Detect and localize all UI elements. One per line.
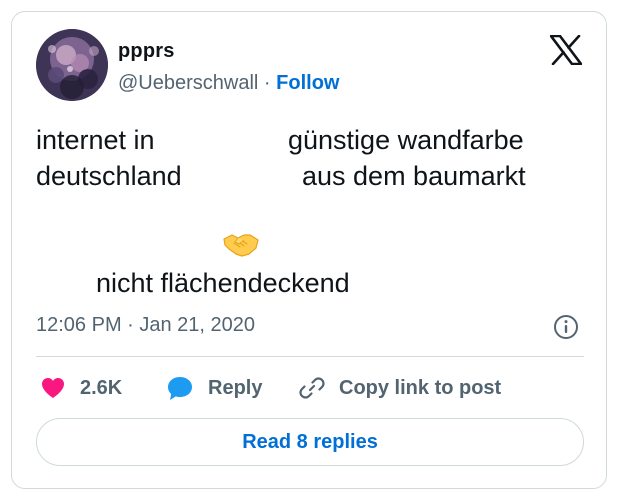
tweet-text-line: aus dem baumarkt (302, 161, 526, 191)
tweet-text-right: günstige wandfarbe aus dem baumarkt (288, 122, 526, 194)
author-handle[interactable]: @Ueberschwall (118, 72, 258, 94)
copy-link-button[interactable]: Copy link to post (299, 374, 501, 402)
reply-bubble-icon (168, 377, 192, 400)
follow-link[interactable]: Follow (276, 72, 339, 94)
reply-button[interactable]: Reply (166, 374, 262, 402)
tweet-text-left: internet in deutschland (36, 122, 182, 194)
timestamp[interactable]: 12:06 PM · Jan 21, 2020 (36, 314, 255, 337)
handshake-emoji-icon (223, 232, 259, 258)
reply-label: Reply (208, 376, 263, 399)
tweet-card: ppprs @Ueberschwall · Follow internet in… (11, 11, 607, 489)
separator-dot: · (263, 72, 271, 94)
avatar-image (36, 29, 108, 101)
like-button[interactable]: 2.6K (40, 374, 122, 402)
tweet-text-bottom: nicht flächendeckend (96, 268, 350, 298)
like-count: 2.6K (80, 376, 123, 399)
tweet-text-line: deutschland (36, 161, 182, 191)
copy-link-label: Copy link to post (339, 376, 502, 399)
avatar[interactable] (36, 29, 108, 101)
read-replies-button[interactable]: Read 8 replies (36, 418, 584, 466)
x-logo-icon[interactable] (549, 34, 583, 66)
link-icon (299, 377, 325, 399)
author-name[interactable]: ppprs (118, 40, 175, 63)
info-icon[interactable] (553, 314, 579, 340)
tweet-text-line: internet in (36, 125, 155, 155)
heart-icon (42, 378, 64, 398)
author-line: @Ueberschwall · Follow (118, 72, 339, 95)
divider (36, 356, 584, 357)
tweet-text-line: günstige wandfarbe (288, 125, 524, 155)
